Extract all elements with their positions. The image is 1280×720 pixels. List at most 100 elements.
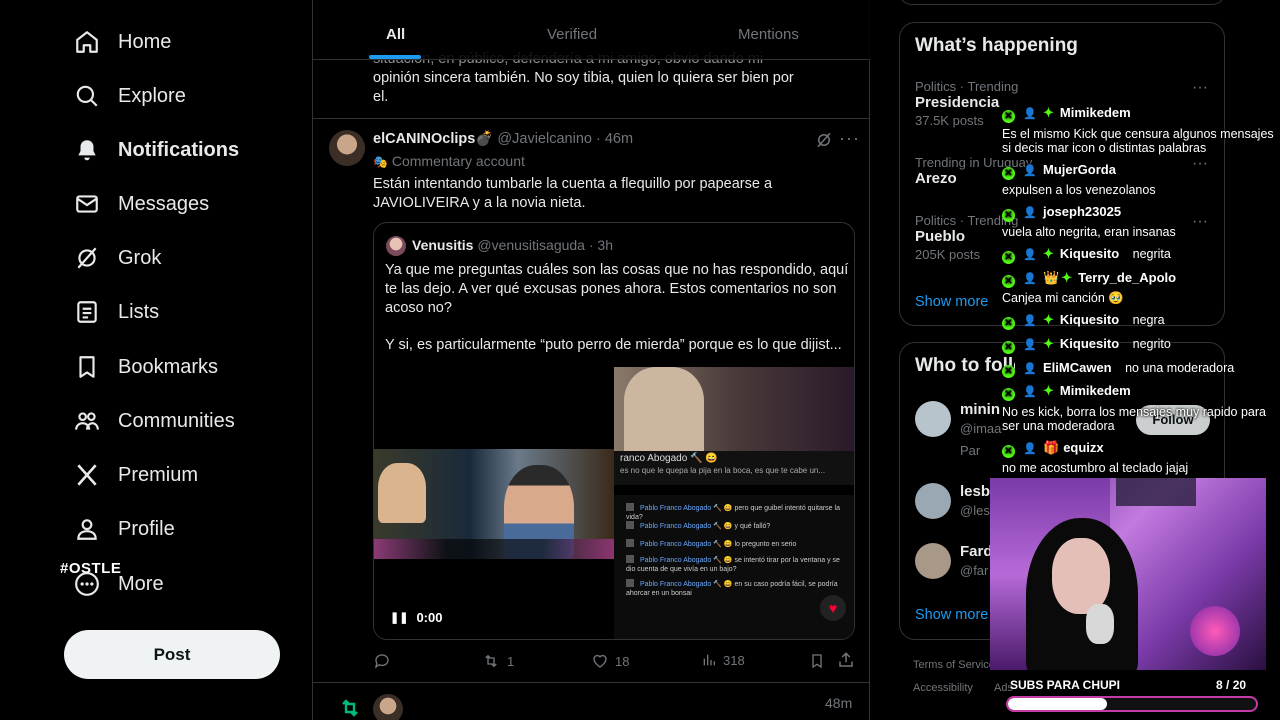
nav-communities[interactable]: Communities [74,399,235,443]
reply-icon [374,654,389,669]
moderation-icon[interactable]: ✕ [1002,209,1015,222]
more-options-icon[interactable]: ··· [839,128,860,149]
more-options-icon[interactable]: ··· [1192,79,1208,97]
chat-message-text: negra [1129,313,1165,327]
follow-user-name[interactable]: minina [960,401,1000,418]
nav-messages[interactable]: Messages [74,182,209,226]
tweet-author-name[interactable]: elCANINOclips💣 [373,131,493,147]
chat-username[interactable]: Kiquesito [1060,312,1119,327]
tab-verified[interactable]: Verified [547,26,597,43]
footer-accessibility-link[interactable]: Accessibility [913,682,973,694]
retweet-notification-icon [342,699,358,717]
share-icon[interactable] [837,651,855,669]
chat-badge-icon [626,539,634,547]
home-icon [76,31,98,53]
search-card-edge [899,0,1225,5]
tab-all[interactable]: All [386,26,405,43]
quoted-author-handle: @venusitisaguda [477,237,585,253]
chat-username[interactable]: Terry_de_Apolo [1078,270,1176,285]
grok-icon [77,247,97,269]
nav-more-label: More [118,572,164,595]
previous-tweet-line: el. [373,89,389,105]
chat-message-header: ✕ 👤 ✦ Kiquesito negrito [1002,336,1171,354]
moderation-icon[interactable]: ✕ [1002,388,1015,401]
video-chat-row: Pablo Franco Abogado 🔨 😄 lo pregunto en … [626,539,848,549]
tweet-avatar[interactable] [329,130,365,166]
moderation-icon[interactable]: ✕ [1002,341,1015,354]
envelope-icon [76,195,98,213]
moderation-icon[interactable]: ✕ [1002,275,1015,288]
bell-icon [78,140,96,161]
chat-username[interactable]: EliMCawen [1043,360,1112,375]
video-chat-row: Pablo Franco Abogado 🔨 😄 se intentó tira… [626,555,848,574]
nav-bookmarks[interactable]: Bookmarks [74,345,218,389]
moderation-icon[interactable]: ✕ [1002,317,1015,330]
grok-icon[interactable] [815,131,833,149]
nav-lists[interactable]: Lists [74,290,159,334]
video-banner: ranco Abogado 🔨 😄 es no que le quepa la … [614,451,854,485]
video-controls: ❚❚ 0:00 [390,610,442,625]
nav-notifications[interactable]: Notifications [74,128,239,172]
video-chat-user: Pablo Franco Abogado 🔨 😄 [640,523,735,530]
follow-user-sub: Par [960,443,981,458]
subs-goal-count: 8 / 20 [1216,678,1246,692]
user-icon: 👤 [1023,165,1037,177]
quoted-avatar [386,236,406,256]
views-button[interactable]: 318 [701,652,745,668]
nav-profile[interactable]: Profile [74,507,175,551]
sub-badge-icon: ✦ [1043,246,1054,261]
follow-avatar[interactable] [915,483,951,519]
chat-username[interactable]: joseph23025 [1043,204,1121,219]
moderation-icon[interactable]: ✕ [1002,445,1015,458]
footer-terms-link[interactable]: Terms of Service [913,659,995,671]
chat-username[interactable]: Mimikedem [1060,105,1131,120]
retweet-count: 1 [507,653,515,669]
chat-badge-icon [626,579,634,587]
chat-username[interactable]: Mimikedem [1060,383,1131,398]
show-more-follow-link[interactable]: Show more [915,607,988,623]
chat-username[interactable]: Kiquesito [1060,246,1119,261]
like-button[interactable]: 18 [591,652,629,670]
nav-grok[interactable]: Grok [74,236,161,280]
chat-username[interactable]: MujerGorda [1043,162,1116,177]
views-count: 318 [723,652,745,668]
moderation-icon[interactable]: ✕ [1002,365,1015,378]
notification-avatar[interactable] [373,694,403,720]
subs-current: 8 [1216,678,1223,692]
tab-mentions[interactable]: Mentions [738,26,799,43]
bookmark-icon[interactable] [809,652,825,670]
pause-icon[interactable]: ❚❚ [390,611,408,624]
nav-communities-label: Communities [118,409,235,432]
moderation-icon[interactable]: ✕ [1002,167,1015,180]
moderation-icon[interactable]: ✕ [1002,110,1015,123]
post-button[interactable]: Post [64,630,280,679]
microphone-icon [1086,604,1114,644]
moderation-icon[interactable]: ✕ [1002,251,1015,264]
more-options-icon[interactable]: ··· [1192,155,1208,173]
video-chat-row: Pablo Franco Abogado 🔨 😄 en su caso podr… [626,579,848,598]
quoted-text: Ya que me preguntas cuáles son las cosas… [385,261,850,355]
nav-profile-label: Profile [118,517,175,540]
sub-badge-icon: ✦ [1061,270,1073,285]
show-more-trends-link[interactable]: Show more [915,294,988,310]
follow-avatar[interactable] [915,543,951,579]
quoted-text-line: Y si, es particularmente “puto perro de … [385,337,842,353]
nav-premium[interactable]: Premium [74,453,198,497]
people-icon [75,412,99,430]
retweet-button[interactable]: 1 [481,652,514,670]
reply-button[interactable] [373,652,397,670]
chat-message-header: ✕ 👤 👑 ✦ Terry_de_Apolo [1002,270,1176,288]
chat-username[interactable]: Kiquesito [1060,336,1119,351]
nav-home[interactable]: Home [74,20,171,64]
video-chat-row: Pablo Franco Abogado 🔨 😄 pero que guibel… [626,503,848,522]
quoted-tweet[interactable]: Venusitis @venusitisaguda · 3h Ya que me… [373,222,855,640]
tweet-author-handle[interactable]: @Javielcanino [497,131,592,147]
tweet-time[interactable]: · 46m [596,131,633,147]
nav-explore[interactable]: Explore [74,74,186,118]
chat-message-text: No es kick, borra los mensajes muy rapid… [1002,405,1267,433]
chat-message-header: ✕ 👤 ✦ Kiquesito negra [1002,312,1165,330]
person-icon [77,519,97,540]
video-player[interactable]: ranco Abogado 🔨 😄 es no que le quepa la … [374,367,854,639]
chat-username[interactable]: equizx [1063,440,1103,455]
follow-avatar[interactable] [915,401,951,437]
